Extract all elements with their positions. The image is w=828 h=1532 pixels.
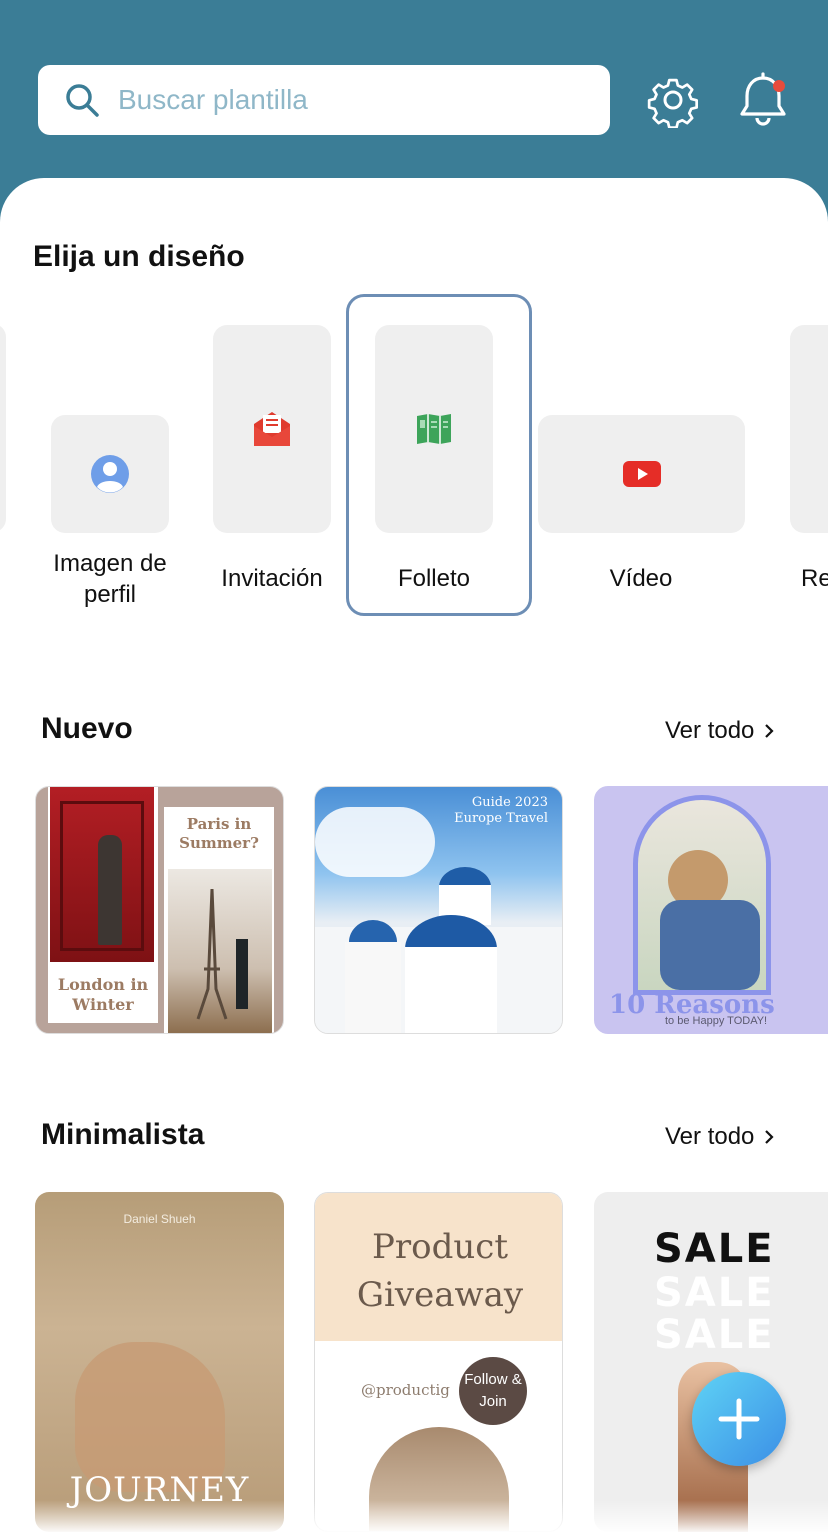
design-tile-video[interactable] [538, 415, 745, 533]
design-tile-invitation[interactable] [213, 325, 331, 533]
design-tile-profile[interactable] [51, 415, 169, 533]
template-card-product-giveaway[interactable]: Product Giveaway @productig Follow & Joi… [314, 1192, 563, 1532]
template-card-europe-travel[interactable]: Guide 2023 Europe Travel [314, 786, 563, 1034]
design-label-brochure: Folleto [397, 565, 471, 592]
journey-author: Daniel Shueh [123, 1212, 196, 1226]
phone-booth-photo [50, 787, 154, 962]
settings-button[interactable] [643, 70, 703, 130]
design-label-invitation: Invitación [221, 565, 323, 592]
london-caption: London in Winter [57, 975, 149, 1014]
eiffel-photo [168, 869, 272, 1033]
invitation-envelope-icon [254, 412, 290, 446]
template-card-sale[interactable]: SALE SALE SALE [594, 1192, 828, 1532]
profile-icon [91, 455, 129, 493]
design-tile-partial-left[interactable] [0, 324, 6, 532]
minimal-see-all-link[interactable]: Ver todo [665, 1123, 774, 1151]
bottom-fade [0, 1500, 828, 1532]
sale-title-echo-2: SALE [654, 1312, 775, 1358]
gear-icon [647, 78, 699, 128]
new-see-all-label[interactable]: Ver todo [665, 717, 754, 745]
search-bar[interactable]: Buscar plantilla [38, 65, 610, 135]
reasons-subtitle: to be Happy TODAY! [665, 1015, 768, 1027]
notification-badge [773, 80, 785, 92]
new-section-title: Nuevo [41, 712, 133, 745]
design-label-video: Vídeo [609, 565, 673, 592]
design-label-profile: Imagen de perfil [53, 550, 167, 608]
search-icon [66, 84, 99, 117]
chevron-right-icon [765, 724, 774, 738]
paris-caption: Paris in Summer? [179, 815, 259, 852]
brochure-icon [417, 414, 451, 444]
minimal-see-all-label[interactable]: Ver todo [665, 1123, 754, 1151]
sale-title: SALE [654, 1226, 775, 1272]
minimal-section-title: Minimalista [41, 1118, 205, 1151]
design-tile-partial-right[interactable] [790, 325, 828, 533]
left-panel: London in Winter [48, 787, 158, 1023]
design-section-title: Elija un diseño [33, 240, 245, 273]
notifications-button[interactable] [733, 70, 793, 130]
plus-icon [718, 1398, 760, 1440]
design-tile-brochure[interactable] [375, 325, 493, 533]
giveaway-handle: @productig [361, 1381, 450, 1399]
design-label-partial: Re [801, 565, 828, 592]
santorini-illustration [315, 867, 562, 1033]
travel-caption: Guide 2023 Europe Travel [454, 795, 548, 826]
chevron-right-icon [765, 1130, 774, 1144]
search-placeholder[interactable]: Buscar plantilla [118, 84, 308, 116]
header: Buscar plantilla [0, 0, 828, 200]
sale-title-echo-1: SALE [654, 1270, 775, 1316]
template-card-10-reasons[interactable]: 10 Reasons to be Happy TODAY! [594, 786, 828, 1034]
content-sheet: Elija un diseño Imagen de perfil Invitac… [0, 178, 828, 1532]
arch-photo [633, 795, 771, 995]
right-panel: Paris in Summer? [164, 807, 274, 1033]
create-fab-button[interactable] [692, 1372, 786, 1466]
template-card-london-paris[interactable]: London in Winter Paris in Summer? [35, 786, 284, 1034]
giveaway-title: Product Giveaway [356, 1227, 524, 1315]
follow-join-badge: Follow & Join [459, 1357, 527, 1425]
video-play-icon [622, 461, 661, 487]
new-see-all-link[interactable]: Ver todo [665, 717, 774, 745]
template-card-journey[interactable]: Daniel Shueh JOURNEY [35, 1192, 284, 1532]
